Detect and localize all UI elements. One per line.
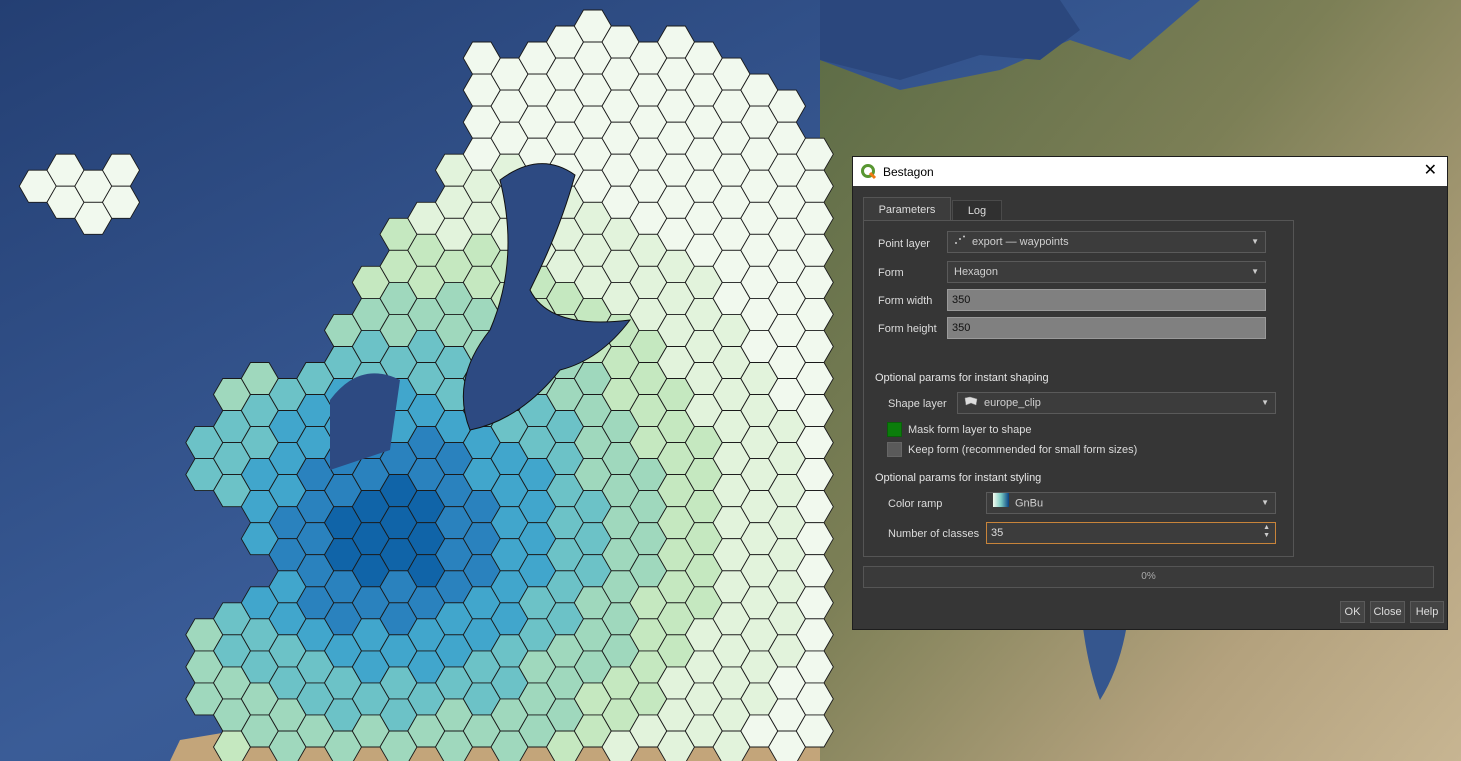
progress-text: 0%	[1141, 571, 1156, 582]
keep-form-label: Keep form (recommended for small form si…	[908, 444, 1138, 456]
close-button[interactable]: Close	[1370, 601, 1405, 623]
chevron-down-icon: ▼	[1251, 267, 1259, 276]
num-classes-spinbox[interactable]: 35 ▲ ▼	[986, 522, 1276, 544]
shape-layer-label: Shape layer	[888, 398, 947, 410]
point-layer-value: export — waypoints	[972, 236, 1069, 248]
spin-arrows-icon[interactable]: ▲ ▼	[1263, 524, 1270, 540]
point-layer-select[interactable]: export — waypoints ▼	[947, 231, 1266, 253]
num-classes-label: Number of classes	[888, 528, 980, 540]
form-width-input[interactable]: 350	[947, 289, 1266, 311]
tab-parameters[interactable]: Parameters	[863, 197, 951, 221]
ok-button[interactable]: OK	[1340, 601, 1365, 623]
close-icon[interactable]: ✕	[1424, 162, 1437, 180]
progress-bar: 0%	[863, 566, 1434, 588]
shape-layer-select[interactable]: europe_clip ▼	[957, 392, 1276, 414]
point-layer-icon	[954, 232, 966, 252]
title-bar: Bestagon ✕	[853, 157, 1447, 186]
qgis-icon	[861, 163, 877, 179]
styling-section-title: Optional params for instant styling	[875, 472, 1042, 484]
chevron-down-icon: ▼	[1261, 498, 1269, 507]
shape-layer-value: europe_clip	[984, 397, 1041, 409]
dialog-title: Bestagon	[883, 164, 934, 179]
chevron-down-icon: ▼	[1251, 237, 1259, 246]
polygon-layer-icon	[964, 393, 978, 413]
form-width-label: Form width	[878, 295, 933, 307]
form-height-input[interactable]: 350	[947, 317, 1266, 339]
tab-log[interactable]: Log	[952, 200, 1002, 221]
form-value: Hexagon	[954, 266, 999, 278]
form-select[interactable]: Hexagon ▼	[947, 261, 1266, 283]
mask-label: Mask form layer to shape	[908, 424, 1032, 436]
point-layer-label: Point layer	[878, 238, 930, 250]
color-ramp-label: Color ramp	[888, 498, 943, 510]
bestagon-dialog: Bestagon ✕ Parameters Log Point layer ex…	[852, 156, 1448, 630]
shaping-section-title: Optional params for instant shaping	[875, 372, 1049, 384]
help-button[interactable]: Help	[1410, 601, 1444, 623]
num-classes-value: 35	[991, 527, 1004, 539]
color-ramp-value: GnBu	[1015, 497, 1044, 510]
color-ramp-select[interactable]: GnBu ▼	[986, 492, 1276, 514]
form-height-label: Form height	[878, 323, 937, 335]
mask-checkbox[interactable]	[887, 422, 902, 437]
gradient-swatch-icon	[993, 493, 1009, 514]
form-label: Form	[878, 267, 904, 279]
parameters-panel: Point layer export — waypoints ▼ Form He…	[863, 220, 1294, 557]
keep-form-checkbox[interactable]	[887, 442, 902, 457]
chevron-down-icon: ▼	[1261, 398, 1269, 407]
